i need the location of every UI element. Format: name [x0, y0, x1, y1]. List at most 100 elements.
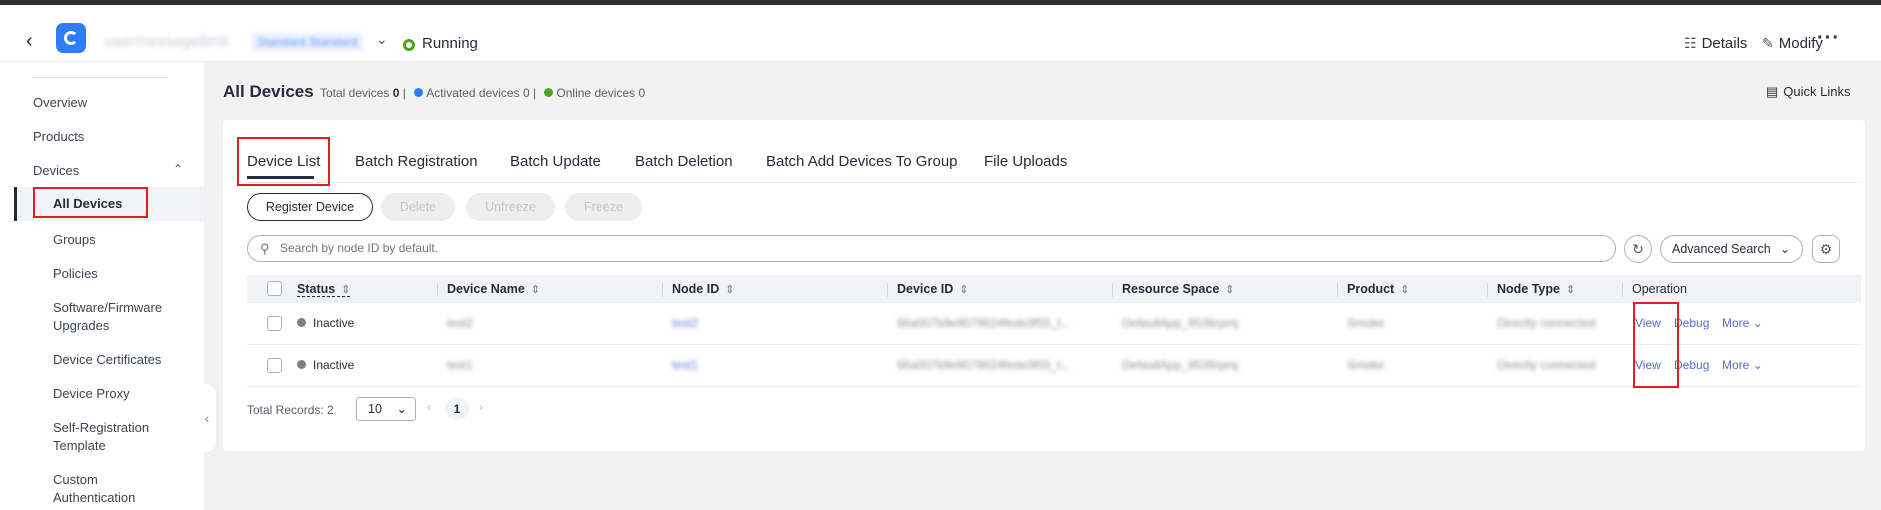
sidebar-item-self-registration-template[interactable]: Self-Registration Template: [53, 419, 158, 455]
register-device-button[interactable]: Register Device: [247, 193, 373, 221]
column-header-device-id-label: Device ID: [897, 282, 954, 296]
column-header-node-type[interactable]: Node Type ⇕: [1497, 282, 1575, 296]
sort-icon[interactable]: ⇕: [725, 284, 734, 296]
column-header-resource-space-label: Resource Space: [1122, 282, 1220, 296]
page-title: All Devices: [223, 82, 314, 101]
sidebar-item-device-certificates[interactable]: Device Certificates: [53, 351, 161, 369]
sidebar-item-custom-authentication[interactable]: Custom Authentication: [53, 471, 153, 507]
column-divider: [1337, 283, 1338, 297]
column-header-resource-space[interactable]: Resource Space ⇕: [1122, 282, 1235, 296]
sort-icon[interactable]: ⇕: [341, 284, 350, 296]
row-checkbox[interactable]: [267, 316, 282, 331]
sort-icon[interactable]: ⇕: [1225, 284, 1234, 296]
sidebar-item-products[interactable]: Products: [33, 128, 84, 146]
product-cell: Smoke: [1347, 316, 1385, 330]
column-header-status[interactable]: Status ⇕: [297, 282, 351, 297]
device-id-cell: 66a007b9e9079624fede3f55_t...: [897, 358, 1071, 372]
column-header-device-name-label: Device Name: [447, 282, 525, 296]
inactive-status-icon: [297, 318, 306, 327]
activated-devices-label: Activated devices: [426, 86, 520, 100]
settings-gear-icon[interactable]: ⚙: [1812, 235, 1840, 263]
tab-batch-add-devices-to-group[interactable]: Batch Add Devices To Group: [766, 153, 958, 170]
unfreeze-button[interactable]: Unfreeze: [466, 193, 555, 221]
sidebar-item-device-proxy[interactable]: Device Proxy: [53, 385, 130, 403]
instance-logo-icon: [56, 23, 86, 53]
prev-page-icon[interactable]: ‹: [427, 400, 431, 414]
highlight-box: [1633, 302, 1679, 388]
column-divider: [662, 283, 663, 297]
debug-link[interactable]: Debug: [1674, 316, 1709, 330]
column-header-node-id[interactable]: Node ID ⇕: [672, 282, 734, 296]
tab-file-uploads[interactable]: File Uploads: [984, 153, 1067, 170]
node-id-link[interactable]: test2: [672, 316, 698, 330]
freeze-button[interactable]: Freeze: [565, 193, 642, 221]
sidebar-item-devices[interactable]: Devices ⌃: [33, 162, 183, 180]
node-id-link[interactable]: test1: [672, 358, 698, 372]
quick-links-button[interactable]: ▤ Quick Links: [1766, 84, 1851, 100]
details-label: Details: [1701, 35, 1748, 52]
product-cell: Smoke: [1347, 358, 1385, 372]
table-row: Inactive test1 test1 66a007b9e9079624fed…: [247, 345, 1861, 387]
highlight-box: [237, 137, 330, 186]
debug-link[interactable]: Debug: [1674, 358, 1709, 372]
search-placeholder: Search by node ID by default.: [280, 241, 439, 255]
instance-switch-chevron-icon[interactable]: ⌄: [376, 31, 388, 48]
advanced-search-label: Advanced Search: [1672, 242, 1771, 256]
online-devices-value: 0: [638, 86, 646, 100]
status-cell: Inactive: [297, 358, 354, 372]
resource-space-cell: DefaultApp_9536rpmj: [1122, 358, 1239, 372]
column-divider: [1622, 283, 1623, 297]
details-button[interactable]: ☷ Details: [1684, 35, 1747, 52]
advanced-search-select[interactable]: Advanced Search ⌄: [1660, 235, 1803, 263]
table-row: Inactive test2 test2 66a007b9e9079624fed…: [247, 303, 1861, 345]
sidebar-item-software-firmware-upgrades[interactable]: Software/Firmware Upgrades: [53, 299, 173, 335]
page-size-select[interactable]: 10 ⌄: [356, 397, 416, 421]
more-options-icon[interactable]: ···: [1817, 27, 1840, 50]
status-cell: Inactive: [297, 316, 354, 330]
delete-button[interactable]: Delete: [381, 193, 455, 221]
next-page-icon[interactable]: ›: [479, 400, 483, 414]
column-header-device-id[interactable]: Device ID ⇕: [897, 282, 969, 296]
modify-button[interactable]: ✎ Modify: [1762, 35, 1823, 52]
sort-icon[interactable]: ⇕: [531, 284, 540, 296]
column-header-product-label: Product: [1347, 282, 1395, 296]
sidebar-item-overview[interactable]: Overview: [33, 94, 87, 112]
sidebar-item-groups[interactable]: Groups: [53, 231, 96, 249]
status-text: Inactive: [313, 358, 355, 372]
quick-links-icon: ▤: [1766, 84, 1779, 99]
row-checkbox[interactable]: [267, 358, 282, 373]
refresh-icon[interactable]: ↻: [1624, 235, 1652, 263]
tabs-divider: [247, 182, 1861, 183]
highlight-box: [33, 187, 148, 218]
select-all-checkbox[interactable]: [267, 281, 282, 296]
sort-icon[interactable]: ⇕: [1566, 284, 1575, 296]
back-arrow-icon[interactable]: ‹: [26, 31, 33, 51]
column-header-device-name[interactable]: Device Name ⇕: [447, 282, 540, 296]
inactive-status-icon: [297, 360, 306, 369]
more-dropdown[interactable]: More ⌄: [1722, 316, 1763, 330]
chevron-down-icon: ⌄: [1752, 316, 1763, 330]
tab-batch-registration[interactable]: Batch Registration: [355, 153, 478, 170]
node-type-cell: Directly connected: [1497, 358, 1596, 372]
column-header-product[interactable]: Product ⇕: [1347, 282, 1409, 296]
total-records: Total Records: 2: [247, 403, 334, 417]
sidebar-item-policies[interactable]: Policies: [53, 265, 98, 283]
tab-batch-deletion[interactable]: Batch Deletion: [635, 153, 733, 170]
search-input[interactable]: ⚲ Search by node ID by default.: [247, 235, 1616, 262]
chevron-down-icon: ⌄: [1752, 358, 1763, 372]
online-devices-label: Online devices: [556, 86, 636, 100]
quick-links-label: Quick Links: [1783, 84, 1851, 99]
table-header: Status ⇕ Device Name ⇕ Node ID ⇕ Device ID ⇕…: [247, 275, 1861, 303]
collapse-sidebar-icon[interactable]: ‹: [198, 384, 216, 452]
total-devices-value: 0: [392, 86, 400, 100]
column-divider: [1112, 283, 1113, 297]
sort-icon[interactable]: ⇕: [959, 284, 968, 296]
activated-devices-value: 0: [522, 86, 530, 100]
column-divider: [887, 283, 888, 297]
more-dropdown[interactable]: More ⌄: [1722, 358, 1763, 372]
more-label: More: [1722, 358, 1750, 372]
column-header-status-label: Status: [297, 282, 336, 296]
page-number-current[interactable]: 1: [445, 398, 469, 420]
tab-batch-update[interactable]: Batch Update: [510, 153, 601, 170]
sort-icon[interactable]: ⇕: [1400, 284, 1409, 296]
